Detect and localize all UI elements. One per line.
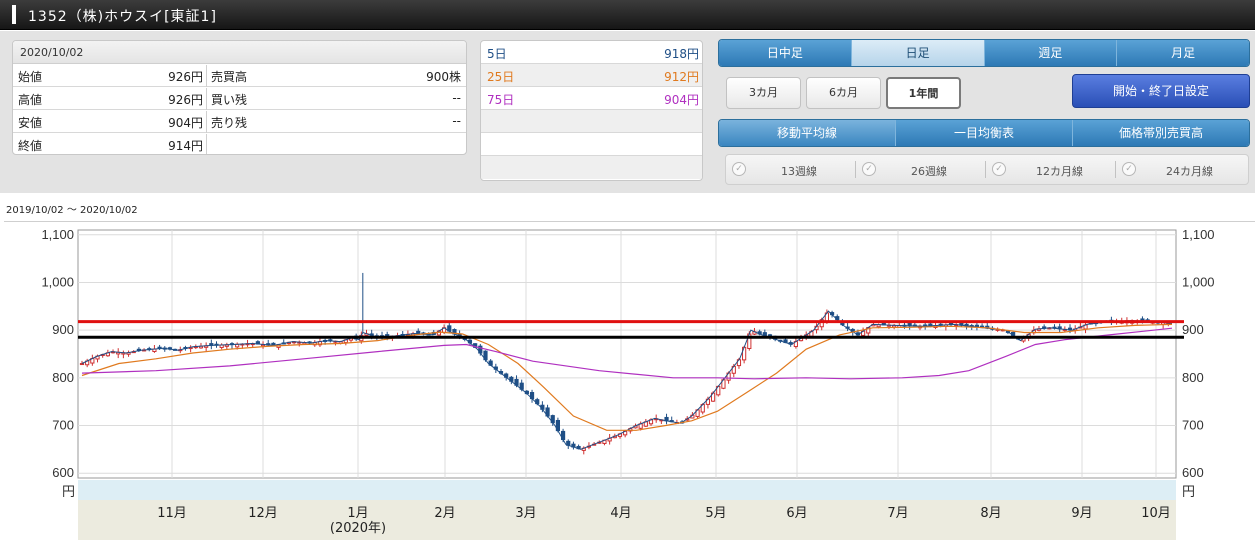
price-summary-card: 2020/10/02 始値 926円 売買高 900株 高値 926円 買い残 … bbox=[12, 40, 467, 155]
divider bbox=[206, 134, 207, 154]
y-unit-left: 円 bbox=[62, 485, 75, 500]
y-tick-label-left: 600 bbox=[52, 465, 74, 480]
y-tick-label-left: 800 bbox=[52, 370, 74, 385]
y-tick-label-right: 700 bbox=[1182, 418, 1204, 433]
price-value: 914円 bbox=[168, 139, 203, 153]
y-tick-label-left: 1,100 bbox=[41, 227, 74, 242]
x-month-label: 10月 bbox=[1141, 506, 1171, 521]
check-label: 26週線 bbox=[911, 165, 947, 178]
candle-body bbox=[79, 363, 85, 366]
check-label: 12カ月線 bbox=[1036, 165, 1083, 178]
tab-ichimoku[interactable]: 一目均衡表 bbox=[896, 120, 1073, 146]
y-tick-label-right: 800 bbox=[1182, 370, 1204, 385]
check-label: 24カ月線 bbox=[1166, 165, 1213, 178]
price-value2: 900株 bbox=[426, 70, 461, 84]
check-13week[interactable]: ✓ 13週線 bbox=[726, 155, 856, 184]
price-row-open: 始値 926円 売買高 900株 bbox=[13, 65, 466, 87]
y-tick-label-left: 1,000 bbox=[41, 274, 74, 289]
stock-title: 1352（株)ホウスイ[東証1] bbox=[28, 9, 217, 25]
range-6month-button[interactable]: 6カ月 bbox=[806, 77, 881, 109]
x-month-label: 4月 bbox=[610, 506, 631, 521]
y-unit-right: 円 bbox=[1182, 485, 1195, 500]
check-12month[interactable]: ✓ 12カ月線 bbox=[986, 155, 1116, 184]
price-row-low: 安値 904円 売り残 -- bbox=[13, 111, 466, 133]
price-value2: -- bbox=[452, 114, 461, 128]
price-label: 終値 bbox=[18, 139, 43, 153]
x-month-label: 2月 bbox=[434, 506, 455, 521]
divider bbox=[206, 65, 207, 87]
ma-name: 5日 bbox=[487, 47, 507, 61]
x-month-label: 3月 bbox=[515, 506, 536, 521]
ma-row-5: 5日 918円 bbox=[481, 41, 702, 64]
ma-value: 912円 bbox=[664, 70, 699, 84]
check-24month[interactable]: ✓ 24カ月線 bbox=[1116, 155, 1248, 184]
ma-value: 904円 bbox=[664, 93, 699, 107]
ma-row-75: 75日 904円 bbox=[481, 87, 702, 110]
ma-name: 25日 bbox=[487, 70, 515, 84]
tab-volume-profile[interactable]: 価格帯別売買高 bbox=[1073, 120, 1249, 146]
moving-average-card: 5日 918円 25日 912円 75日 904円 bbox=[480, 40, 703, 181]
period-setting-button[interactable]: 開始・終了日設定 bbox=[1072, 74, 1250, 108]
ma-value: 918円 bbox=[664, 47, 699, 61]
tab-monthly[interactable]: 月足 bbox=[1117, 40, 1249, 66]
check-icon: ✓ bbox=[862, 162, 876, 176]
price-label2: 売り残 bbox=[211, 116, 248, 130]
chart-svg: 1,100 1,100 1,000 1,000 900 900 800 800 700 700 60… bbox=[41, 227, 1215, 540]
price-value: 926円 bbox=[168, 70, 203, 84]
x-month-label: 12月 bbox=[248, 506, 278, 521]
check-icon: ✓ bbox=[732, 162, 746, 176]
y-tick-label-right: 1,000 bbox=[1182, 274, 1215, 289]
tab-weekly[interactable]: 週足 bbox=[984, 40, 1118, 66]
price-date: 2020/10/02 bbox=[13, 41, 466, 64]
x-month-label: 1月 bbox=[347, 506, 368, 521]
price-label2: 買い残 bbox=[211, 93, 248, 107]
ma-row-empty bbox=[481, 110, 702, 133]
y-tick-label-right: 900 bbox=[1182, 322, 1204, 337]
y-tick-label-left: 700 bbox=[52, 418, 74, 433]
price-value2: -- bbox=[452, 91, 461, 105]
price-label2: 売買高 bbox=[211, 70, 248, 84]
x-month-label: 7月 bbox=[887, 506, 908, 521]
title-bar: 1352（株)ホウスイ[東証1] bbox=[0, 0, 1255, 30]
price-row-high: 高値 926円 買い残 -- bbox=[13, 88, 466, 110]
check-icon: ✓ bbox=[1122, 162, 1136, 176]
ma-name: 75日 bbox=[487, 93, 515, 107]
title-accent bbox=[12, 5, 16, 24]
price-label: 高値 bbox=[18, 93, 43, 107]
y-tick-label-right: 600 bbox=[1182, 465, 1204, 480]
check-icon: ✓ bbox=[992, 162, 1006, 176]
range-3month-button[interactable]: 3カ月 bbox=[726, 77, 801, 109]
price-row-close: 終値 914円 bbox=[13, 134, 466, 154]
ma-row-empty bbox=[481, 156, 702, 179]
divider bbox=[206, 88, 207, 110]
divider bbox=[206, 111, 207, 133]
price-value: 926円 bbox=[168, 93, 203, 107]
check-label: 13週線 bbox=[781, 165, 817, 178]
range-1year-button[interactable]: 1年間 bbox=[886, 77, 961, 109]
price-label: 安値 bbox=[18, 116, 43, 130]
indicator-tabs: 移動平均線 一目均衡表 価格帯別売買高 bbox=[718, 119, 1250, 147]
price-label: 始値 bbox=[18, 70, 43, 84]
x-month-label: 11月 bbox=[157, 506, 187, 521]
price-value: 904円 bbox=[168, 116, 203, 130]
tab-daily[interactable]: 日足 bbox=[851, 40, 985, 66]
y-tick-label-right: 1,100 bbox=[1182, 227, 1215, 242]
x-year-label: (2020年) bbox=[330, 521, 386, 536]
x-month-label: 8月 bbox=[980, 506, 1001, 521]
tab-moving-average[interactable]: 移動平均線 bbox=[719, 120, 896, 146]
ma-row-empty bbox=[481, 133, 702, 156]
volume-strip bbox=[78, 480, 1176, 500]
candlestick-chart: 1,100 1,100 1,000 1,000 900 900 800 800 700 700 60… bbox=[4, 221, 1255, 541]
chart-period-tabs: 日中足 日足 週足 月足 bbox=[718, 39, 1250, 67]
tab-intraday[interactable]: 日中足 bbox=[719, 40, 852, 66]
line-checkbox-bar: ✓ 13週線 ✓ 26週線 ✓ 12カ月線 ✓ 24カ月線 bbox=[725, 154, 1249, 185]
check-26week[interactable]: ✓ 26週線 bbox=[856, 155, 986, 184]
ma-row-25: 25日 912円 bbox=[481, 64, 702, 87]
y-tick-label-left: 900 bbox=[52, 322, 74, 337]
x-month-label: 5月 bbox=[705, 506, 726, 521]
x-month-label: 6月 bbox=[786, 506, 807, 521]
date-range-label: 2019/10/02 ～ 2020/10/02 bbox=[6, 205, 138, 216]
x-month-label: 9月 bbox=[1071, 506, 1092, 521]
